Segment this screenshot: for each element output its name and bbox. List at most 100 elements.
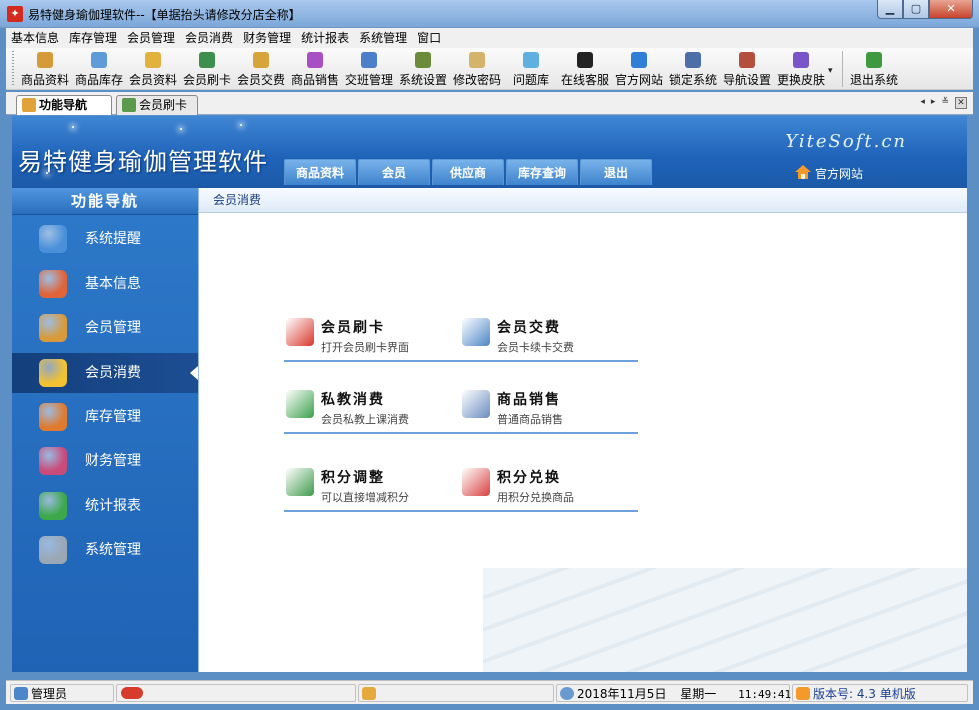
function-title: 私教消费 [321, 392, 385, 408]
keyboard-background-image [483, 568, 967, 672]
tab-scroll-right-icon[interactable]: ▸ [931, 97, 936, 109]
toolbar-button[interactable]: 系统设置 [396, 48, 450, 88]
menu-item[interactable]: 会员消费 [180, 28, 238, 48]
cubes-icon [39, 269, 67, 298]
toolbar-button-label: 会员交费 [236, 73, 285, 87]
nav-item[interactable]: 会员消费 [12, 352, 198, 393]
toolbar-button-label: 退出系统 [849, 73, 898, 87]
nav-item-label: 统计报表 [85, 497, 141, 514]
toolbar-button[interactable]: 锁定系统 [666, 48, 720, 88]
lock-system-icon [685, 52, 701, 68]
function-item[interactable]: 会员刷卡 打开会员刷卡界面 [284, 312, 462, 362]
status-weekday: 星期一 [680, 687, 717, 701]
nav-item[interactable]: 基本信息 [12, 264, 198, 304]
quick-button[interactable]: 商品资料 [284, 159, 356, 185]
toolbar-button-label: 会员刷卡 [182, 73, 231, 87]
toolbar-button[interactable]: 会员资料 [126, 48, 180, 88]
quick-button[interactable]: 退出 [580, 159, 652, 185]
tab-function-nav[interactable]: 功能导航 [16, 95, 112, 115]
nav-item[interactable]: 系统管理 [12, 530, 198, 570]
function-desc: 可以直接增减积分 [321, 491, 409, 504]
main-header: 会员消费 [199, 188, 967, 213]
nav-item-label: 库存管理 [85, 408, 141, 425]
quick-button[interactable]: 库存查询 [506, 159, 578, 185]
app-logo-icon: ✦ [7, 6, 23, 22]
tools-icon [39, 536, 67, 565]
menu-item[interactable]: 系统管理 [354, 28, 412, 48]
toolbar-button-label: 在线客服 [560, 73, 609, 87]
menu-item[interactable]: 会员管理 [122, 28, 180, 48]
sparkle-decoration [240, 124, 242, 126]
nav-settings-icon [739, 52, 755, 68]
toolbar-dropdown-icon[interactable]: ▾ [828, 48, 838, 76]
quick-button[interactable]: 会员 [358, 159, 430, 185]
menu-item[interactable]: 基本信息 [6, 28, 64, 48]
status-operator [358, 684, 554, 702]
function-item[interactable]: 商品销售 普通商品销售 [460, 384, 638, 434]
nav-item[interactable]: 库存管理 [12, 397, 198, 437]
toolbar-button[interactable]: 商品销售 [288, 48, 342, 88]
sparkle-decoration [72, 126, 74, 128]
nav-list: 系统提醒基本信息 会员管理会员消费库存管理财务管理统计报表系统管理 [12, 219, 198, 570]
toolbar-button[interactable]: 问题库 [504, 48, 558, 88]
toolbar-button[interactable]: 交班管理 [342, 48, 396, 88]
member-card-tab-icon [122, 98, 136, 112]
function-title: 会员刷卡 [321, 320, 385, 336]
toolbar-grip[interactable] [10, 51, 16, 87]
function-item[interactable]: 会员交费 会员卡续卡交费 [460, 312, 638, 362]
menu-item[interactable]: 财务管理 [238, 28, 296, 48]
menu-item[interactable]: 库存管理 [64, 28, 122, 48]
house-icon [794, 165, 811, 179]
window-controls: ▁ ▢ ✕ [877, 0, 973, 19]
function-item[interactable]: 积分兑换 用积分兑换商品 [460, 462, 638, 512]
toolbar-button[interactable]: 商品资料 [18, 48, 72, 88]
toolbar-button[interactable]: 退出系统 [847, 48, 901, 88]
toolbar-button-label: 商品库存 [74, 73, 123, 87]
toolbar-button[interactable]: 会员刷卡 [180, 48, 234, 88]
status-time: 11:49:41 [738, 688, 792, 701]
toolbar-button[interactable]: 导航设置 [720, 48, 774, 88]
toolbar-button[interactable]: 官方网站 [612, 48, 666, 88]
maximize-button[interactable]: ▢ [903, 0, 929, 19]
product-stock-icon [91, 52, 107, 68]
quick-button[interactable]: 供应商 [432, 159, 504, 185]
nav-item[interactable]: 系统提醒 [12, 219, 198, 259]
nav-item[interactable]: 统计报表 [12, 486, 198, 526]
nav-item[interactable]: 会员管理 [12, 308, 198, 348]
toolbar-button[interactable]: 会员交费 [234, 48, 288, 88]
official-site-link[interactable]: 官方网站 [794, 165, 863, 182]
payment-form-icon [462, 318, 490, 346]
globe-icon [560, 687, 574, 700]
banner-app-name: 易特健身瑜伽管理软件 [18, 148, 268, 176]
toolbar-button-label: 导航设置 [722, 73, 771, 87]
tab-scroll-left-icon[interactable]: ◂ [920, 97, 925, 109]
minimize-button[interactable]: ▁ [877, 0, 903, 19]
nav-item[interactable]: 财务管理 [12, 441, 198, 481]
function-title: 商品销售 [497, 392, 561, 408]
faq-icon [523, 52, 539, 68]
toolbar-button-label: 问题库 [512, 73, 549, 87]
function-title: 积分调整 [321, 470, 385, 486]
toolbar-button[interactable]: 在线客服 [558, 48, 612, 88]
tab-controls: ◂ ▸ ≚ ✕ [920, 97, 967, 109]
toolbar-button-label: 锁定系统 [668, 73, 717, 87]
toolbar-button[interactable]: 更换皮肤 [774, 48, 828, 88]
toolbar-button-label: 官方网站 [614, 73, 663, 87]
nav-item-label: 会员消费 [85, 364, 141, 381]
toolbar-button[interactable]: 修改密码 [450, 48, 504, 88]
menu-item[interactable]: 统计报表 [296, 28, 354, 48]
menu-item[interactable]: 窗口 [412, 28, 446, 48]
function-item[interactable]: 私教消费 会员私教上课消费 [284, 384, 462, 434]
warehouse-icon [39, 402, 67, 431]
function-item[interactable]: 积分调整可以直接增减积分 [284, 462, 462, 512]
close-button[interactable]: ✕ [929, 0, 973, 19]
change-skin-icon [793, 52, 809, 68]
online-service-icon [577, 52, 593, 68]
tab-member-card[interactable]: 会员刷卡 [116, 95, 198, 115]
tab-close-icon[interactable]: ✕ [955, 97, 967, 109]
toolbar-button[interactable]: 商品库存 [72, 48, 126, 88]
banner: 易特健身瑜伽管理软件 YiteSoft.cn 官方网站 商品资料 会员 供应商 库存查… [12, 116, 967, 188]
toolbar-button-label: 更换皮肤 [776, 73, 825, 87]
operator-face-icon [362, 687, 376, 700]
tab-list-icon[interactable]: ≚ [941, 97, 949, 109]
